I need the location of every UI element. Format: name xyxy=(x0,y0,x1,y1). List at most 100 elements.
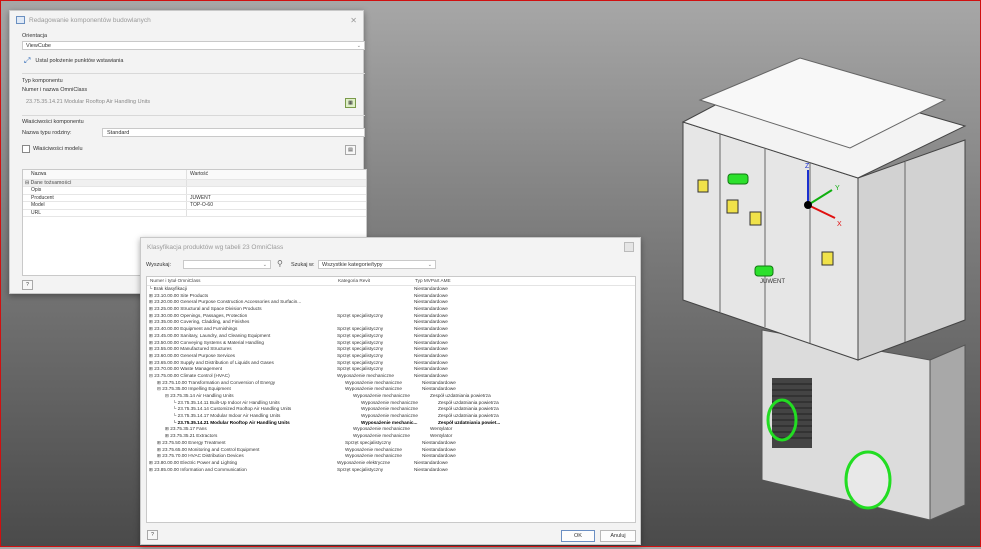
revit-category: Wyposażenie mechaniczne xyxy=(345,386,403,392)
revit-category: Wyposażenie mechaniczne xyxy=(353,433,411,439)
close-icon[interactable] xyxy=(624,242,634,252)
tree-row[interactable]: └ Brak klasyfikacji Niestandardowe xyxy=(147,286,635,293)
tree-row[interactable]: ⊞ 23.60.00.00 General Purpose Services Sp… xyxy=(147,353,635,360)
tree-row[interactable]: ⊞ 23.25.00.00 Structural and Space Divis… xyxy=(147,306,635,313)
tree-row[interactable]: ⊞ 23.70.00.00 Waste Management Sprzęt spe… xyxy=(147,366,635,373)
prop-value[interactable] xyxy=(187,187,366,193)
tree-row[interactable]: ⊞ 23.75.70.00 HVAC Distribution Devices W… xyxy=(147,453,635,460)
help-icon[interactable]: ? xyxy=(22,280,33,290)
tree-node[interactable]: ⊟ 23.75.00.00 Climate Control (HVAC) xyxy=(147,373,337,380)
search-in-select[interactable]: Wszystkie kategorie/typy ⌄ xyxy=(318,260,436,269)
orientation-select[interactable]: ViewCube ⌄ xyxy=(22,41,365,50)
tree-row[interactable]: ⊞ 23.80.00.00 Electric Power and Lightin… xyxy=(147,460,635,467)
tree-node[interactable]: ⊞ 23.55.00.00 Manufactured Structures xyxy=(147,346,337,353)
tree-row[interactable]: └ 23.75.35.14.14 Customized Rooftop Air … xyxy=(147,406,635,413)
tree-node[interactable]: ⊞ 23.20.00.00 General Purpose Constructi… xyxy=(147,299,337,306)
omniclass-browse-button[interactable]: ▦ xyxy=(345,98,356,108)
revit-category: Sprzęt specjalistyczny xyxy=(337,466,384,472)
table-row[interactable]: Model TOP-O-60 xyxy=(23,202,366,210)
tree-row[interactable]: ⊞ 23.75.65.00 Monitoring and Control Equ… xyxy=(147,447,635,454)
tree-row[interactable]: ⊞ 23.30.00.00 Openings, Passages, Protec… xyxy=(147,313,635,320)
revit-category: Sprzęt specjalistyczny xyxy=(337,346,384,352)
y-axis-label: Y xyxy=(835,185,840,192)
revit-category: Wyposażenie mechaniczne xyxy=(345,453,403,459)
tree-node[interactable]: ⊞ 23.75.70.00 HVAC Distribution Devices xyxy=(147,453,345,460)
tree-row[interactable]: ⊞ 23.20.00.00 General Purpose Constructi… xyxy=(147,299,635,306)
tree-node-label: 23.75.35.17 Fans xyxy=(170,426,207,432)
tree-row[interactable]: └ 23.75.35.14.21 Modular Rooftop Air Han… xyxy=(147,420,635,427)
tree-row[interactable]: ⊟ 23.75.35.14 Air Handling Units Wyposaże… xyxy=(147,393,635,400)
ok-button[interactable]: OK xyxy=(561,530,595,542)
tree-row[interactable]: ⊞ 23.75.10.00 Transformation and Convers… xyxy=(147,380,635,387)
tree-node[interactable]: ⊞ 23.50.00.00 Conveying Systems & Materi… xyxy=(147,340,337,347)
tree-node[interactable]: └ Brak klasyfikacji xyxy=(147,286,337,293)
tree-node[interactable]: ⊞ 23.75.50.00 Energy Treatment xyxy=(147,440,345,447)
dialog-titlebar[interactable]: Redagowanie komponentów budowlanych ✕ xyxy=(10,11,363,29)
prop-value[interactable]: TOP-O-60 xyxy=(187,202,366,208)
close-icon[interactable]: ✕ xyxy=(350,16,357,25)
tree-row[interactable]: ⊞ 23.65.00.00 Supply and Distribution of… xyxy=(147,360,635,367)
tree-node[interactable]: ⊞ 23.75.35.21 Extractors xyxy=(147,433,353,440)
search-input[interactable]: ⌄ xyxy=(183,260,271,269)
tree-node[interactable]: ⊞ 23.75.35.17 Fans xyxy=(147,426,353,433)
table-group-row[interactable]: ⊟ Dane tożsamości xyxy=(23,180,366,188)
search-icon[interactable]: ⚲ xyxy=(277,259,283,268)
tree-row[interactable]: ⊞ 23.55.00.00 Manufactured Structures Spr… xyxy=(147,346,635,353)
tree-node[interactable]: ⊞ 23.85.00.00 Information and Communicat… xyxy=(147,467,337,474)
cancel-button[interactable]: Anuluj xyxy=(600,530,636,542)
revit-category: Wyposażenie mechaniczne xyxy=(345,379,403,385)
tree-row[interactable]: ⊞ 23.45.00.00 Sanitary, Laundry, and Cle… xyxy=(147,333,635,340)
family-type-input[interactable]: Standard xyxy=(102,128,365,137)
tree-row[interactable]: ⊞ 23.85.00.00 Information and Communicat… xyxy=(147,467,635,474)
tree-node[interactable]: ⊞ 23.10.00.00 Site Products xyxy=(147,293,337,300)
tree-node[interactable]: ⊞ 23.70.00.00 Waste Management xyxy=(147,366,337,373)
edit-icon[interactable]: ▤ xyxy=(345,145,356,155)
table-row[interactable]: Producent JUWENT xyxy=(23,194,366,203)
omniclass-tree[interactable]: Numer i tytuł OmniClass Kategoria Revit … xyxy=(146,276,636,523)
tree-node-label: 23.25.00.00 Structural and Space Divisio… xyxy=(154,306,262,312)
tree-node[interactable]: ⊞ 23.35.00.00 Covering, Cladding, and Fi… xyxy=(147,319,337,326)
tree-row[interactable]: ⊞ 23.75.35.17 Fans Wyposażenie mechaniczn… xyxy=(147,426,635,433)
tree-node[interactable]: └ 23.75.35.14.17 Modular Indoor Air Hand… xyxy=(147,413,361,420)
model-props-toggle[interactable]: Właściwości modelu xyxy=(22,145,83,153)
prop-value[interactable]: JUWENT xyxy=(187,195,366,201)
tree-node[interactable]: ⊞ 23.80.00.00 Electric Power and Lightin… xyxy=(147,460,337,467)
tree-node[interactable]: ⊞ 23.75.65.00 Monitoring and Control Equ… xyxy=(147,447,345,454)
model-props-checkbox[interactable] xyxy=(22,145,30,153)
tree-node[interactable]: ⊞ 23.75.10.00 Transformation and Convers… xyxy=(147,380,345,387)
tree-row[interactable]: └ 23.75.35.14.11 Built-Up Indoor Air Han… xyxy=(147,400,635,407)
tree-node[interactable]: ⊞ 23.45.00.00 Sanitary, Laundry, and Cle… xyxy=(147,333,337,340)
tree-row[interactable]: ⊞ 23.75.50.00 Energy Treatment Sprzęt spe… xyxy=(147,440,635,447)
omniclass-dialog[interactable]: Klasyfikacja produktów wg tabeli 23 Omni… xyxy=(140,237,641,545)
prop-value[interactable] xyxy=(187,210,366,216)
table-header: Nazwa Wartość xyxy=(23,170,366,180)
tree-node[interactable]: └ 23.75.35.14.11 Built-Up Indoor Air Han… xyxy=(147,400,361,407)
table-row[interactable]: Opis xyxy=(23,187,366,195)
tree-row[interactable]: ⊞ 23.40.00.00 Equipment and Furnishings S… xyxy=(147,326,635,333)
tree-node[interactable]: ⊟ 23.75.35.14 Air Handling Units xyxy=(147,393,353,400)
tree-node-label: 23.60.00.00 General Purpose Services xyxy=(154,352,236,358)
tree-row[interactable]: ⊟ 23.75.35.00 Impelling Equipment Wyposaż… xyxy=(147,386,635,393)
tree-row[interactable]: ⊞ 23.10.00.00 Site Products Niestandardow… xyxy=(147,293,635,300)
insert-point-label: Ustal położenie punktów wstawiania xyxy=(35,58,124,64)
tree-node[interactable]: ⊞ 23.25.00.00 Structural and Space Divis… xyxy=(147,306,337,313)
tree-row[interactable]: └ 23.75.35.14.17 Modular Indoor Air Hand… xyxy=(147,413,635,420)
orientation-label: Orientacja xyxy=(22,33,48,39)
tree-node[interactable]: ⊞ 23.40.00.00 Equipment and Furnishings xyxy=(147,326,337,333)
dialog-titlebar[interactable]: Klasyfikacja produktów wg tabeli 23 Omni… xyxy=(141,238,640,256)
tree-row[interactable]: ⊞ 23.35.00.00 Covering, Cladding, and Fi… xyxy=(147,319,635,326)
tree-node[interactable]: └ 23.75.35.14.21 Modular Rooftop Air Han… xyxy=(147,420,361,427)
tree-rows[interactable]: └ Brak klasyfikacji Niestandardowe ⊞ 23.10… xyxy=(147,286,635,473)
tree-node[interactable]: ⊞ 23.60.00.00 General Purpose Services xyxy=(147,353,337,360)
tree-node[interactable]: ⊞ 23.65.00.00 Supply and Distribution of… xyxy=(147,360,337,367)
tree-row[interactable]: ⊞ 23.75.35.21 Extractors Wyposażenie mech… xyxy=(147,433,635,440)
tree-node[interactable]: ⊞ 23.30.00.00 Openings, Passages, Protec… xyxy=(147,313,337,320)
help-icon[interactable]: ? xyxy=(147,530,158,540)
tree-node-label: 23.75.70.00 HVAC Distribution Devices xyxy=(162,453,244,459)
tree-node[interactable]: └ 23.75.35.14.14 Customized Rooftop Air … xyxy=(147,406,361,413)
table-row[interactable]: URL xyxy=(23,209,366,217)
tree-node[interactable]: ⊟ 23.75.35.00 Impelling Equipment xyxy=(147,386,345,393)
tree-row[interactable]: ⊟ 23.75.00.00 Climate Control (HVAC) Wypo… xyxy=(147,373,635,380)
insert-point-button[interactable]: ⤢ Ustal położenie punktów wstawiania xyxy=(24,56,123,66)
tree-row[interactable]: ⊞ 23.50.00.00 Conveying Systems & Materi… xyxy=(147,340,635,347)
